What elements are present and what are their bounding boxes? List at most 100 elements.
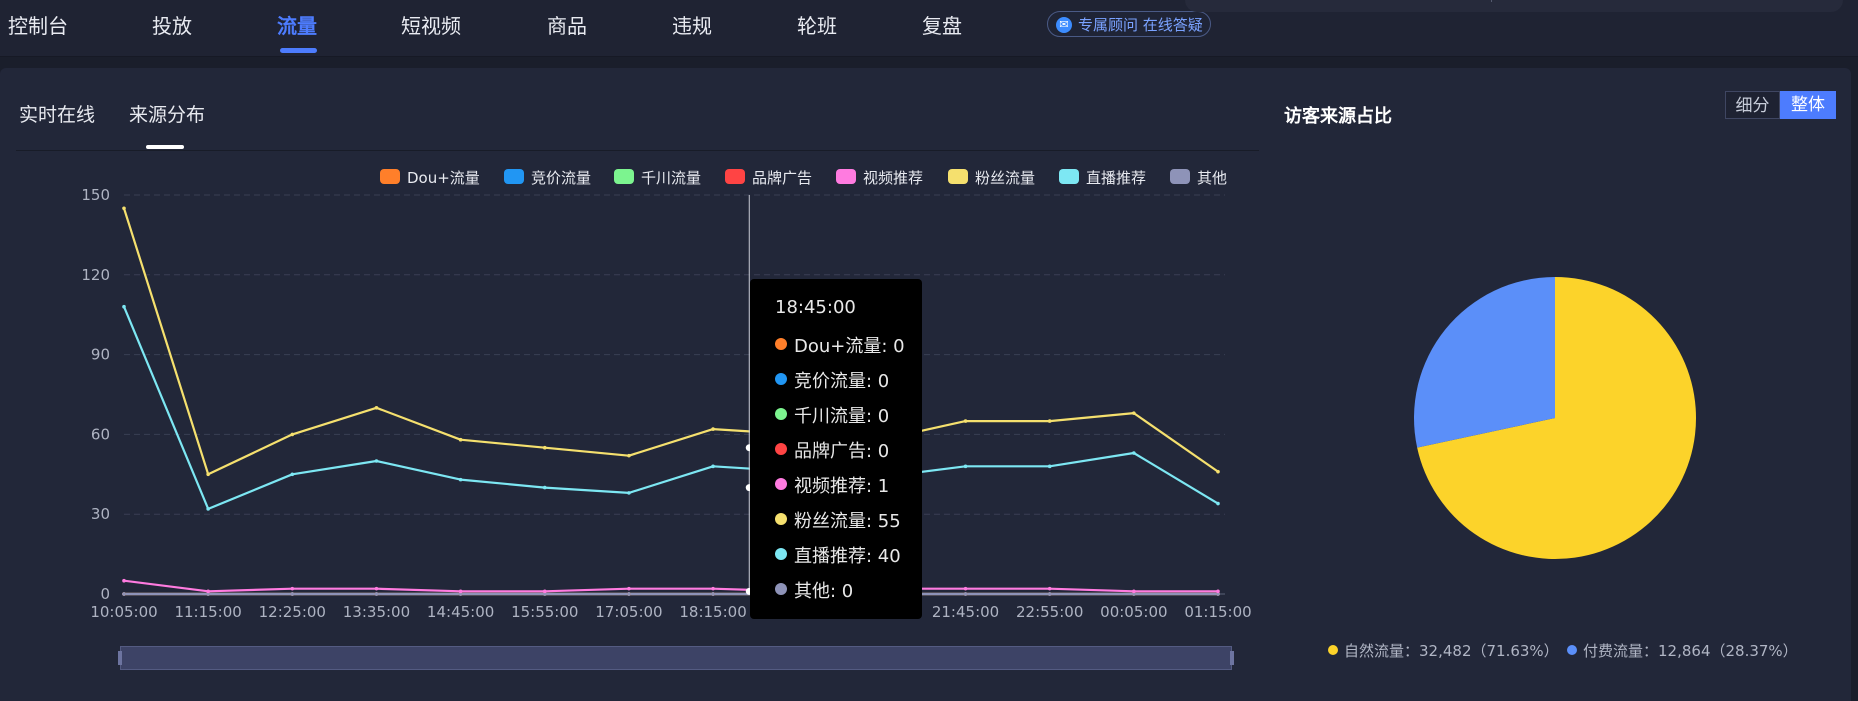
nav-item-review[interactable]: 复盘 bbox=[922, 10, 962, 39]
pie-legend-label: 自然流量：32,482（71.63%） bbox=[1344, 642, 1559, 660]
data-point bbox=[1047, 586, 1052, 591]
data-point bbox=[627, 491, 631, 495]
legend-dot bbox=[1567, 645, 1577, 655]
data-point bbox=[1216, 589, 1220, 594]
tooltip-dot bbox=[775, 373, 787, 385]
data-point bbox=[1132, 589, 1136, 594]
x-tick-label: 12:25:00 bbox=[259, 603, 326, 621]
data-point bbox=[963, 592, 968, 596]
consult-label: 专属顾问 在线答疑 bbox=[1078, 16, 1203, 34]
data-point bbox=[542, 485, 547, 490]
data-point bbox=[542, 445, 547, 450]
chat-icon: ✉ bbox=[1056, 17, 1072, 33]
y-tick-label: 150 bbox=[81, 186, 110, 204]
data-point bbox=[458, 437, 463, 442]
traffic-line-chart[interactable]: 0 30 60 90 120 150 10:05:00 11:15:00 12:25:00 13:… bbox=[0, 68, 1260, 701]
tooltip-dot bbox=[775, 583, 787, 595]
data-point bbox=[1216, 501, 1220, 506]
data-point bbox=[206, 507, 210, 511]
data-point bbox=[1132, 411, 1136, 415]
data-point bbox=[1047, 464, 1052, 469]
y-tick-label: 120 bbox=[81, 266, 110, 284]
data-point bbox=[122, 304, 126, 309]
data-point bbox=[374, 459, 379, 463]
tooltip-text: 千川流量: 0 bbox=[794, 406, 890, 427]
tooltip-dot bbox=[775, 548, 787, 560]
traffic-panel: 实时在线 来源分布 Dou+流量 竞价流量 千川流量 品牌广告 视频推荐 粉丝流… bbox=[0, 68, 1851, 701]
y-tick-label: 90 bbox=[91, 346, 110, 364]
tooltip-dot bbox=[775, 408, 787, 420]
data-point bbox=[963, 419, 968, 423]
datazoom-handle-left[interactable] bbox=[118, 651, 122, 665]
data-point bbox=[627, 586, 631, 591]
data-point bbox=[627, 453, 631, 458]
visitor-source-pie[interactable] bbox=[1410, 273, 1700, 563]
x-tick-label: 11:15:00 bbox=[174, 603, 241, 621]
x-tick-label: 21:45:00 bbox=[932, 603, 999, 621]
tooltip-text: 粉丝流量: 55 bbox=[794, 511, 901, 532]
tooltip-time: 18:45:00 bbox=[775, 297, 856, 318]
tooltip-text: 品牌广告: 0 bbox=[794, 441, 890, 462]
x-tick-label: 15:55:00 bbox=[511, 603, 578, 621]
chart-tooltip: 18:45:00 Dou+流量: 0 竞价流量: 0 千川流量: 0 品牌广告:… bbox=[750, 279, 922, 619]
x-tick-label: 22:55:00 bbox=[1016, 603, 1083, 621]
legend-dot bbox=[1328, 645, 1338, 655]
nav-item-traffic[interactable]: 流量 bbox=[277, 10, 317, 39]
data-point bbox=[458, 477, 463, 482]
data-point bbox=[963, 464, 968, 469]
data-point bbox=[122, 592, 126, 596]
data-point bbox=[1216, 469, 1220, 474]
y-tick-label: 60 bbox=[91, 425, 110, 443]
data-point bbox=[290, 432, 295, 437]
pie-slice-1[interactable] bbox=[1414, 277, 1555, 448]
nav-item-violations[interactable]: 违规 bbox=[672, 10, 712, 39]
x-tick-label: 01:15:00 bbox=[1184, 603, 1251, 621]
x-tick-label: 14:45:00 bbox=[427, 603, 494, 621]
consult-button[interactable]: ✉ 专属顾问 在线答疑 bbox=[1047, 11, 1211, 37]
nav-item-ads[interactable]: 投放 bbox=[152, 10, 192, 39]
data-point bbox=[711, 464, 715, 469]
data-point bbox=[711, 586, 715, 591]
x-tick-label: 18:15:00 bbox=[679, 603, 746, 621]
pie-title: 访客来源占比 bbox=[1284, 106, 1392, 127]
tooltip-text: 直播推荐: 40 bbox=[794, 546, 901, 567]
nav-item-products[interactable]: 商品 bbox=[547, 10, 587, 39]
data-point bbox=[290, 472, 295, 477]
data-point bbox=[290, 592, 295, 596]
nav-item-shifts[interactable]: 轮班 bbox=[797, 10, 837, 39]
nav-item-short-video[interactable]: 短视频 bbox=[401, 10, 461, 39]
datazoom-slider[interactable] bbox=[120, 646, 1232, 670]
data-point bbox=[374, 592, 379, 596]
data-point bbox=[1047, 592, 1052, 596]
y-tick-label: 30 bbox=[91, 505, 110, 523]
data-point bbox=[711, 427, 715, 431]
toggle-detailed[interactable]: 细分 bbox=[1725, 91, 1780, 119]
data-point bbox=[711, 592, 715, 596]
data-point bbox=[542, 589, 547, 594]
x-tick-label: 00:05:00 bbox=[1100, 603, 1167, 621]
tooltip-dot bbox=[775, 478, 787, 490]
nav-active-underline bbox=[280, 48, 317, 53]
data-point bbox=[1132, 451, 1136, 455]
search-divider bbox=[1491, 0, 1492, 2]
data-point bbox=[374, 586, 379, 591]
series-line-4 bbox=[123, 579, 1218, 593]
top-nav: 控制台 投放 流量 短视频 商品 违规 轮班 复盘 ✉ 专属顾问 在线答疑 bbox=[0, 0, 1858, 57]
tooltip-dot bbox=[775, 338, 787, 350]
tooltip-text: 其他: 0 bbox=[794, 581, 854, 602]
pie-legend-label: 付费流量：12,864（28.37%） bbox=[1583, 642, 1798, 660]
toggle-overall[interactable]: 整体 bbox=[1780, 91, 1836, 119]
top-search-bar[interactable] bbox=[1185, 0, 1843, 12]
nav-item-console[interactable]: 控制台 bbox=[8, 10, 68, 39]
x-tick-label: 10:05:00 bbox=[90, 603, 157, 621]
tooltip-text: Dou+流量: 0 bbox=[794, 336, 905, 357]
data-point bbox=[206, 472, 210, 477]
data-point bbox=[122, 206, 126, 211]
data-point bbox=[627, 592, 631, 596]
data-point bbox=[206, 589, 210, 594]
data-point bbox=[122, 578, 126, 583]
x-tick-label: 17:05:00 bbox=[595, 603, 662, 621]
data-point bbox=[374, 406, 379, 410]
x-tick-label: 13:35:00 bbox=[343, 603, 410, 621]
datazoom-handle-right[interactable] bbox=[1230, 651, 1234, 665]
